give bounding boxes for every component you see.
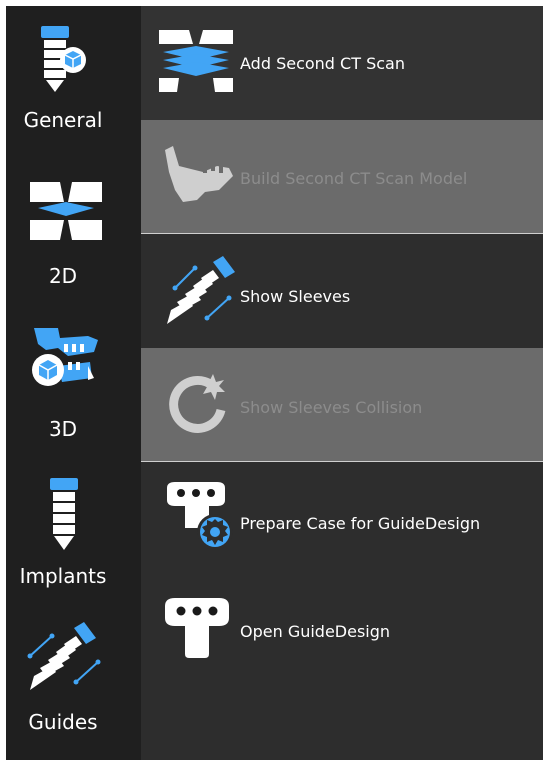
jaw-cube-icon bbox=[32, 328, 98, 386]
action-label: Prepare Case for GuideDesign bbox=[240, 514, 481, 533]
implant-cube-icon bbox=[41, 26, 86, 92]
build-second-ct-scan-model-button[interactable]: Build Second CT Scan Model bbox=[141, 120, 543, 234]
implant-icon bbox=[50, 478, 78, 550]
sidebar-item-guides[interactable]: Guides bbox=[6, 610, 141, 760]
action-panel: Add Second CT Scan Build Second CT Scan … bbox=[141, 6, 543, 760]
action-label: Add Second CT Scan bbox=[240, 54, 405, 73]
sidebar-item-label: Guides bbox=[28, 710, 98, 734]
sidebar-item-3d[interactable]: 3D bbox=[6, 318, 141, 468]
jaw-icon bbox=[165, 146, 233, 202]
ct-slices-icon bbox=[30, 182, 102, 240]
show-sleeves-collision-button[interactable]: Show Sleeves Collision bbox=[141, 348, 543, 462]
sleeve-icon bbox=[27, 622, 101, 690]
app-window: General 2D 3D Implants Guides Add Second… bbox=[6, 6, 543, 760]
sidebar-item-label: Implants bbox=[19, 564, 107, 588]
show-sleeves-button[interactable]: Show Sleeves bbox=[141, 234, 543, 348]
sidebar-item-general[interactable]: General bbox=[6, 6, 141, 156]
guide-gear-icon bbox=[167, 482, 233, 550]
sidebar-item-label: General bbox=[23, 108, 103, 132]
collision-icon bbox=[169, 374, 226, 433]
sleeve-icon bbox=[167, 256, 235, 324]
open-guidedesign-button[interactable]: Open GuideDesign bbox=[141, 576, 543, 690]
sidebar-item-implants[interactable]: Implants bbox=[6, 468, 141, 618]
sidebar-item-label: 3D bbox=[48, 417, 78, 441]
action-label: Build Second CT Scan Model bbox=[240, 169, 468, 188]
action-label: Open GuideDesign bbox=[240, 622, 391, 641]
prepare-case-for-guidedesign-button[interactable]: Prepare Case for GuideDesign bbox=[141, 462, 543, 576]
guide-icon bbox=[165, 598, 229, 658]
sidebar: General 2D 3D Implants Guides bbox=[6, 6, 141, 760]
ct-slices-icon bbox=[159, 30, 233, 92]
action-label: Show Sleeves bbox=[240, 287, 351, 306]
add-second-ct-scan-button[interactable]: Add Second CT Scan bbox=[141, 6, 543, 120]
sidebar-item-label: 2D bbox=[48, 264, 78, 288]
action-label: Show Sleeves Collision bbox=[240, 398, 423, 417]
sidebar-item-2d[interactable]: 2D bbox=[6, 156, 141, 306]
